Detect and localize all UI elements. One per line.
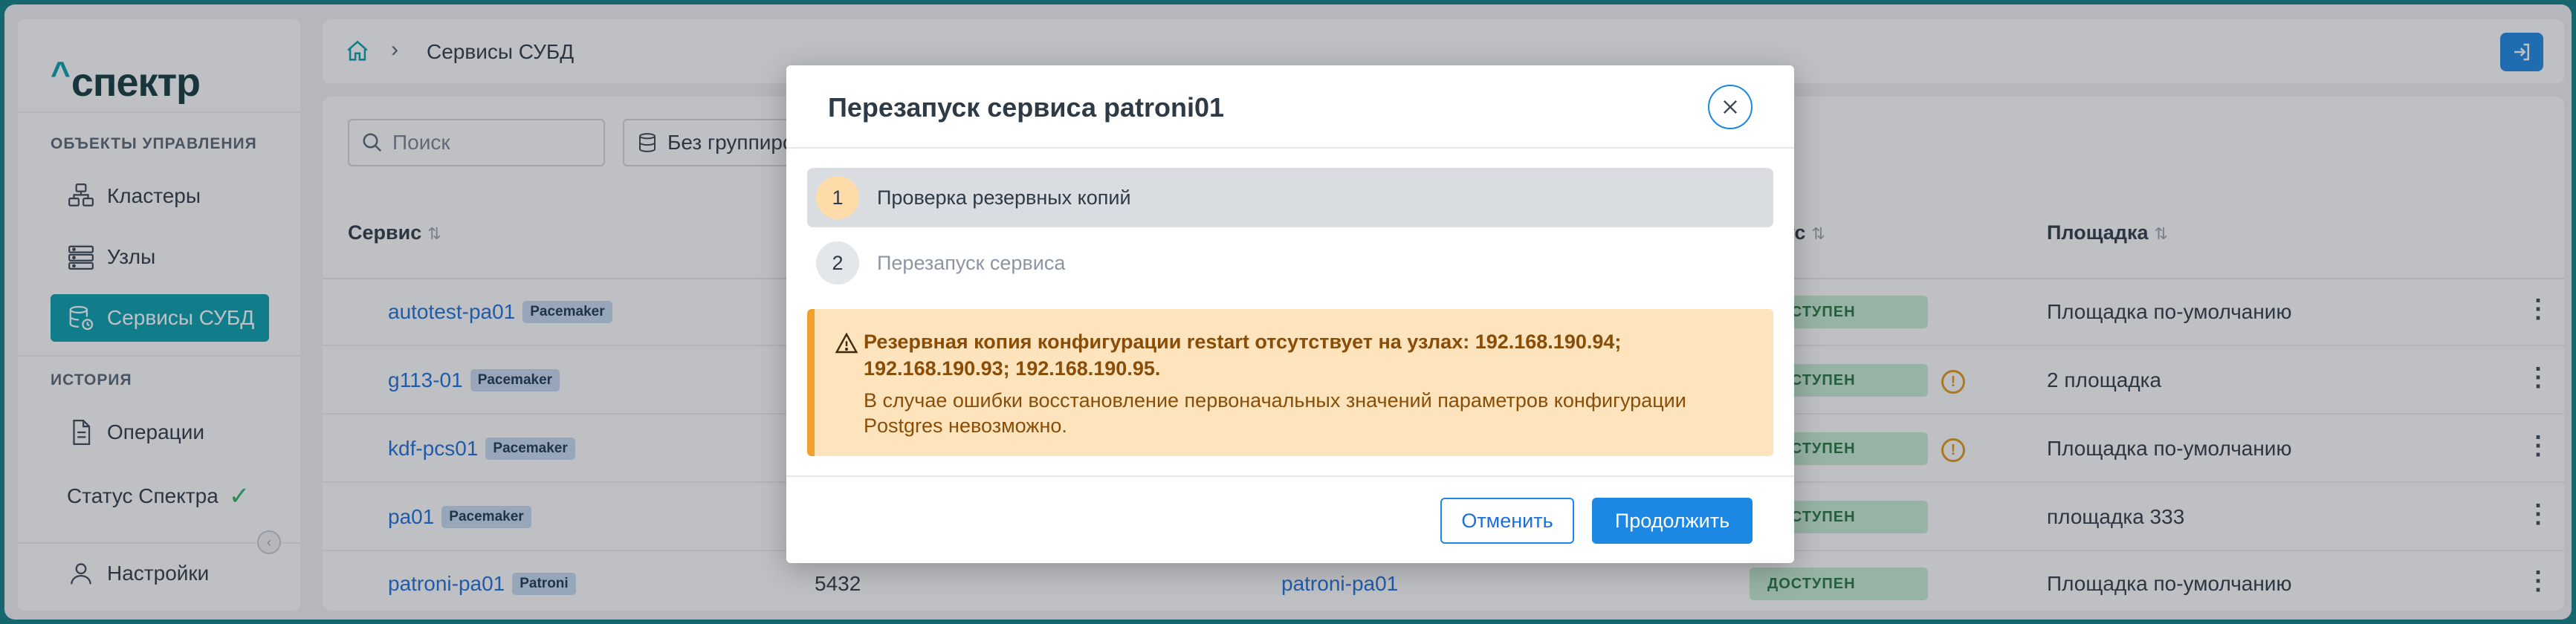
warning-triangle-icon [835, 332, 858, 354]
continue-button[interactable]: Продолжить [1592, 498, 1753, 544]
close-icon [1724, 100, 1737, 114]
step-label: Проверка резервных копий [877, 186, 1131, 209]
step-backup-check[interactable]: 1 Проверка резервных копий [807, 168, 1773, 227]
close-button[interactable] [1708, 85, 1753, 129]
cancel-button[interactable]: Отменить [1440, 498, 1574, 544]
step-restart-service[interactable]: 2 Перезапуск сервиса [807, 233, 1773, 293]
alert-title: Резервная копия конфигурации restart отс… [864, 331, 1622, 380]
step-label: Перезапуск сервиса [877, 251, 1066, 274]
dialog-title: Перезапуск сервиса patroni01 [828, 92, 1225, 123]
step-number: 2 [816, 241, 859, 285]
warning-alert: Резервная копия конфигурации restart отс… [807, 309, 1773, 456]
dialog-divider [786, 147, 1794, 149]
dialog-divider [786, 475, 1794, 477]
step-number: 1 [816, 176, 859, 219]
alert-text: В случае ошибки восстановление первонача… [864, 389, 1686, 437]
restart-service-dialog: Перезапуск сервиса patroni01 1 Проверка … [786, 65, 1794, 563]
